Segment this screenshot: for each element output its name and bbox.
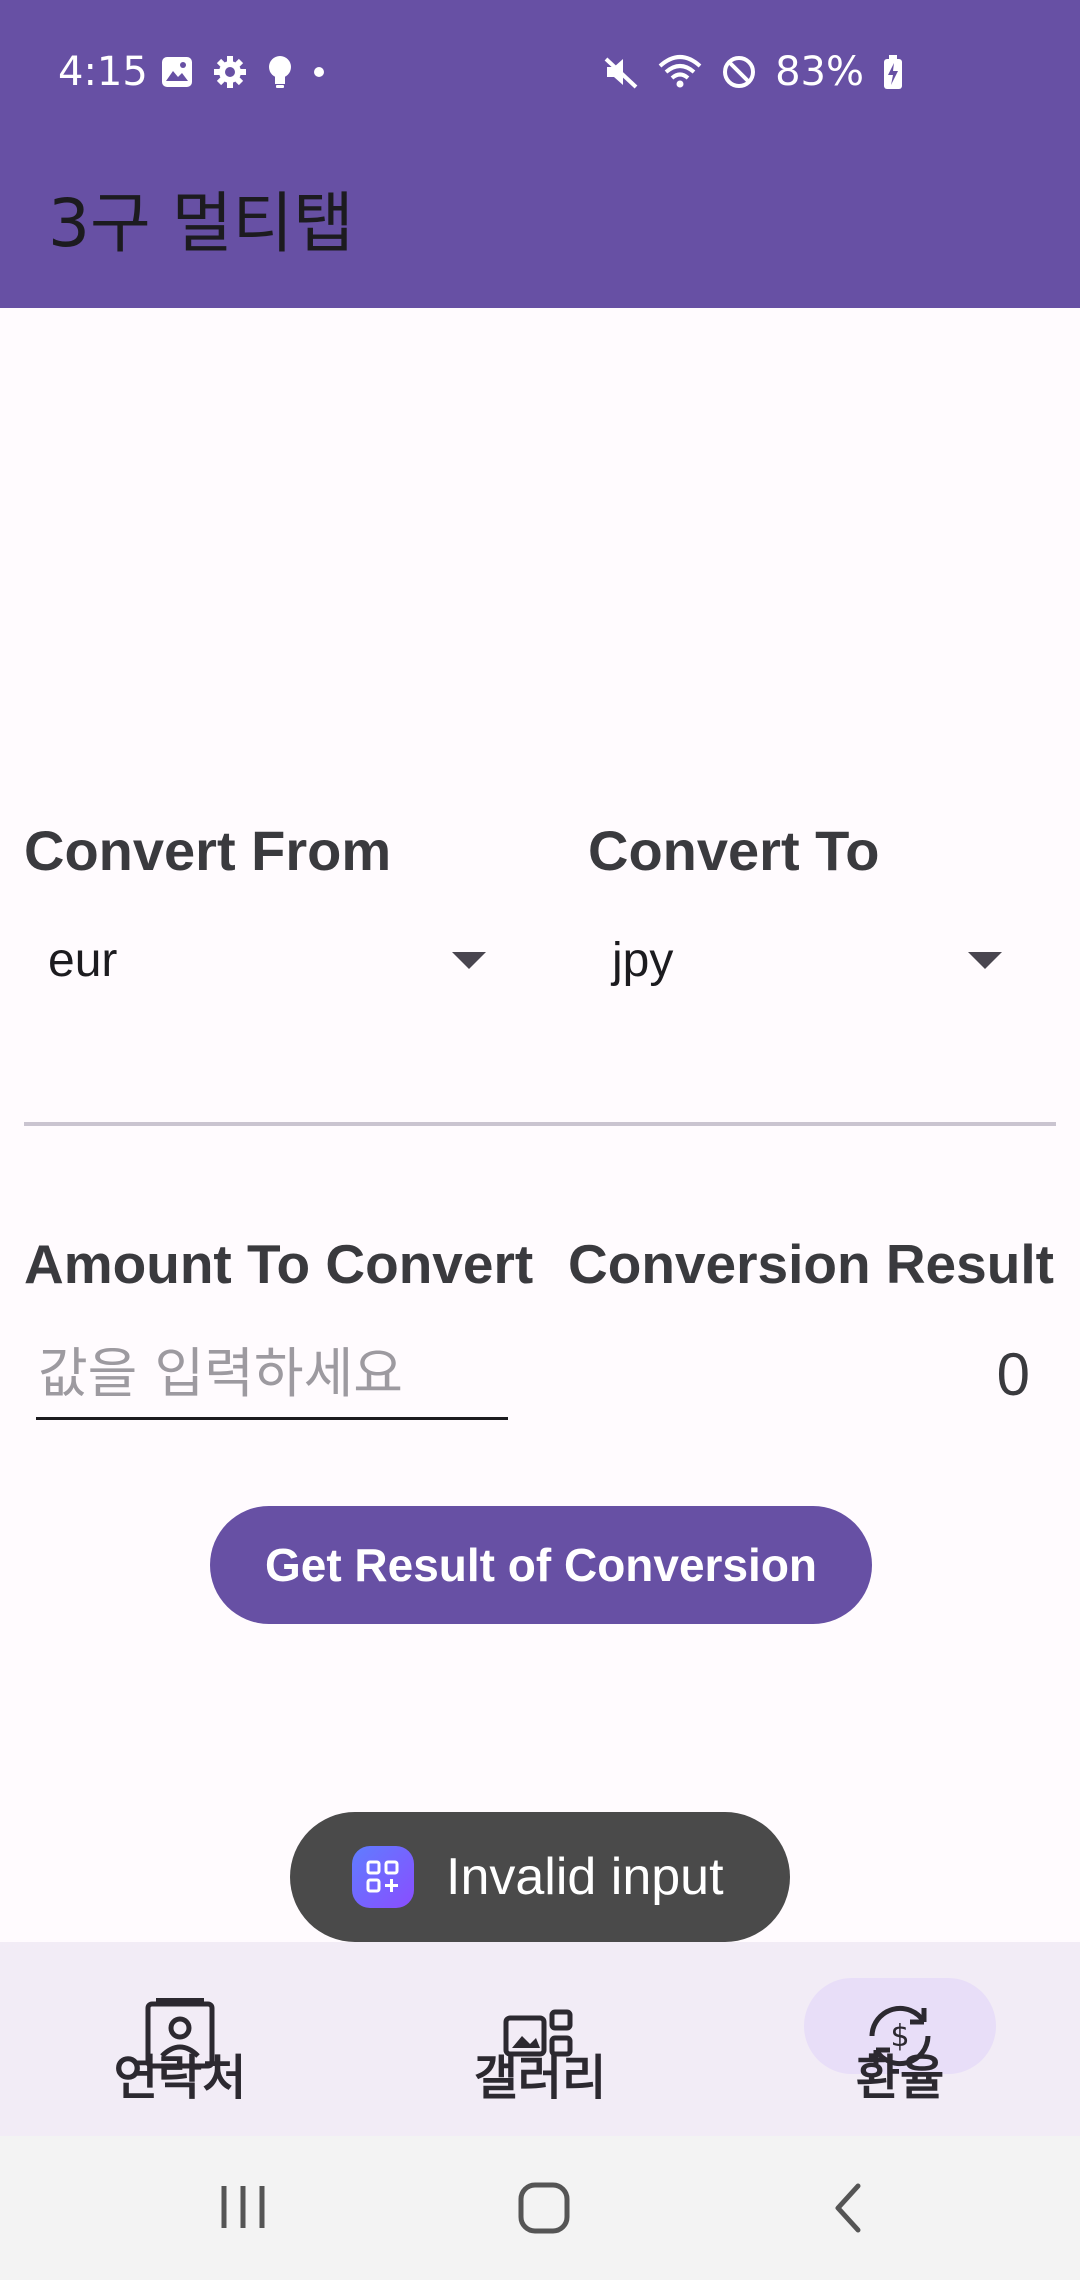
battery-percent: 83% bbox=[775, 49, 864, 95]
do-not-disturb-icon bbox=[723, 56, 756, 88]
system-status-icons: 83% bbox=[603, 44, 904, 100]
mute-icon bbox=[604, 57, 638, 89]
notification-icons bbox=[160, 52, 326, 92]
dropdown-arrow-icon bbox=[968, 952, 1002, 969]
convert-to-value: jpy bbox=[612, 933, 674, 987]
app-grid-icon bbox=[352, 1846, 414, 1908]
nav-label-gallery: 갤러리 bbox=[473, 2050, 607, 2106]
status-time: 4:15 bbox=[58, 49, 148, 95]
image-icon bbox=[162, 57, 192, 87]
gear-icon bbox=[214, 56, 246, 88]
lightbulb-icon bbox=[269, 56, 291, 88]
toast-message: Invalid input bbox=[446, 1848, 724, 1906]
battery-charging-icon bbox=[884, 55, 902, 89]
result-label: Conversion Result bbox=[568, 1233, 1054, 1295]
nav-label-exchange: 환율 bbox=[855, 2050, 945, 2106]
wifi-icon bbox=[658, 55, 702, 88]
system-navigation-bar bbox=[0, 2136, 1080, 2280]
conversion-result-value: 0 bbox=[996, 1341, 1030, 1408]
home-icon[interactable] bbox=[516, 2180, 572, 2236]
amount-label: Amount To Convert bbox=[24, 1233, 534, 1295]
convert-to-dropdown[interactable]: jpy bbox=[588, 912, 1028, 1008]
status-bar: 4:15 83% bbox=[0, 0, 1080, 140]
bottom-navigation: 연락처 갤러리 $ 환율 bbox=[0, 1942, 1080, 2136]
convert-from-value: eur bbox=[48, 933, 118, 987]
nav-item-exchange[interactable]: $ 환율 bbox=[720, 1942, 1080, 2136]
nav-item-gallery[interactable]: 갤러리 bbox=[360, 1942, 720, 2136]
nav-item-contacts[interactable]: 연락처 bbox=[0, 1942, 360, 2136]
dropdown-arrow-icon bbox=[452, 952, 486, 969]
convert-to-label: Convert To bbox=[588, 819, 880, 882]
convert-from-dropdown[interactable]: eur bbox=[24, 912, 498, 1008]
toast: Invalid input bbox=[290, 1812, 790, 1942]
app-bar: 3구 멀티탭 bbox=[0, 140, 1080, 308]
page-title: 3구 멀티탭 bbox=[48, 185, 354, 262]
back-icon[interactable] bbox=[826, 2180, 870, 2236]
nav-label-contacts: 연락처 bbox=[113, 2050, 247, 2106]
amount-input[interactable] bbox=[36, 1330, 508, 1420]
recents-icon[interactable] bbox=[218, 2182, 268, 2232]
convert-from-label: Convert From bbox=[24, 819, 392, 882]
dot-icon bbox=[314, 67, 324, 77]
divider bbox=[24, 1122, 1056, 1126]
get-result-button[interactable]: Get Result of Conversion bbox=[210, 1506, 872, 1624]
